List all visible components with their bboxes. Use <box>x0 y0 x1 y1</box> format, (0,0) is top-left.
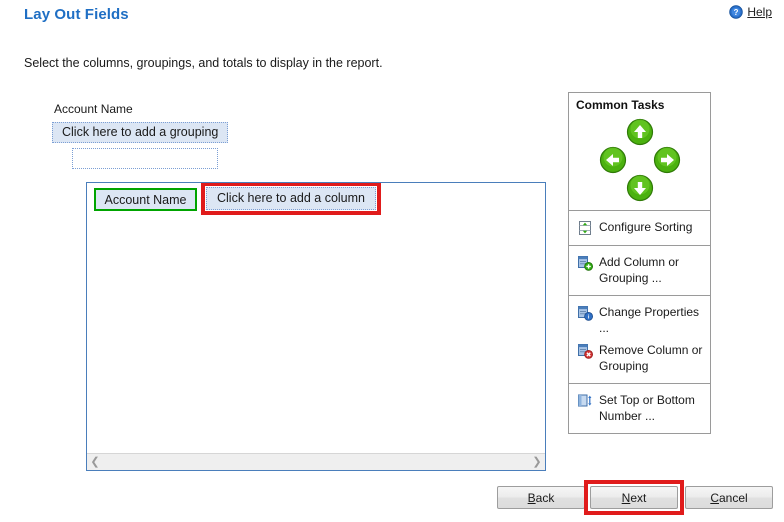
task-group: Set Top or Bottom Number ... <box>569 384 710 433</box>
set-top-bottom-icon <box>578 394 592 407</box>
add-column-icon <box>578 256 593 271</box>
task-label: Change Properties ... <box>599 305 700 335</box>
move-up-arrow[interactable] <box>626 118 654 146</box>
grouping-area: Account Name Click here to add a groupin… <box>52 102 352 172</box>
next-label-rest: ext <box>630 491 647 505</box>
svg-text:?: ? <box>734 8 739 17</box>
chevron-right-icon[interactable]: ❯ <box>529 454 545 470</box>
back-accesskey: B <box>527 491 536 505</box>
task-label: Set Top or Bottom Number ... <box>599 393 695 423</box>
task-configure-sorting[interactable]: Configure Sorting <box>569 216 710 239</box>
task-label: Add Column or Grouping ... <box>599 255 680 285</box>
horizontal-scrollbar[interactable]: ❮ ❯ <box>87 453 545 470</box>
next-button-highlight: Next <box>584 480 684 515</box>
page-subtitle: Select the columns, groupings, and total… <box>24 56 383 70</box>
page-title: Lay Out Fields <box>24 6 129 23</box>
help-link[interactable]: ? Help <box>729 5 772 19</box>
empty-grouping-slot[interactable] <box>72 148 218 169</box>
add-column-highlight: Click here to add a column <box>201 183 381 215</box>
report-design-panel: Account Name Click here to add a column … <box>86 182 546 471</box>
task-add-column-or-grouping[interactable]: Add Column or Grouping ... <box>569 251 710 289</box>
add-grouping-cell[interactable]: Click here to add a grouping <box>52 122 229 143</box>
configure-sorting-icon <box>579 221 591 235</box>
add-column-cell[interactable]: Click here to add a column <box>206 187 376 210</box>
task-remove-column-or-grouping[interactable]: Remove Column or Grouping <box>569 339 710 377</box>
report-header-row: Account Name Click here to add a column <box>94 183 381 215</box>
help-circle-icon: ? <box>729 5 744 19</box>
change-properties-icon: i <box>578 306 593 321</box>
chevron-left-icon[interactable]: ❮ <box>87 454 103 470</box>
task-group: Add Column or Grouping ... <box>569 246 710 296</box>
help-label: Help <box>747 5 772 19</box>
back-button[interactable]: Back <box>497 486 585 509</box>
move-left-arrow[interactable] <box>599 146 627 174</box>
cancel-label-rest: ancel <box>718 491 748 505</box>
grouping-field-label: Account Name <box>54 102 133 116</box>
column-account-name[interactable]: Account Name <box>94 188 197 211</box>
move-down-arrow[interactable] <box>626 174 654 202</box>
task-label: Configure Sorting <box>599 220 693 234</box>
common-tasks-title: Common Tasks <box>576 98 665 112</box>
move-controls <box>569 118 710 211</box>
task-set-top-or-bottom-number[interactable]: Set Top or Bottom Number ... <box>569 389 710 427</box>
cancel-button[interactable]: Cancel <box>685 486 773 509</box>
report-design-surface[interactable]: Account Name Click here to add a column <box>87 183 545 453</box>
cancel-accesskey: C <box>710 491 719 505</box>
task-change-properties[interactable]: i Change Properties ... <box>569 301 710 339</box>
back-label-rest: ack <box>535 491 555 505</box>
common-tasks-panel: Common Tasks Configure Sorting Add Colum… <box>568 92 711 434</box>
move-right-arrow[interactable] <box>653 146 681 174</box>
task-group: i Change Properties ... Remove Column or… <box>569 296 710 384</box>
next-button[interactable]: Next <box>590 486 678 509</box>
remove-column-icon <box>578 344 593 359</box>
footer-button-bar: Back Next Cancel <box>0 480 784 515</box>
task-label: Remove Column or Grouping <box>599 343 703 373</box>
task-group: Configure Sorting <box>569 211 710 246</box>
